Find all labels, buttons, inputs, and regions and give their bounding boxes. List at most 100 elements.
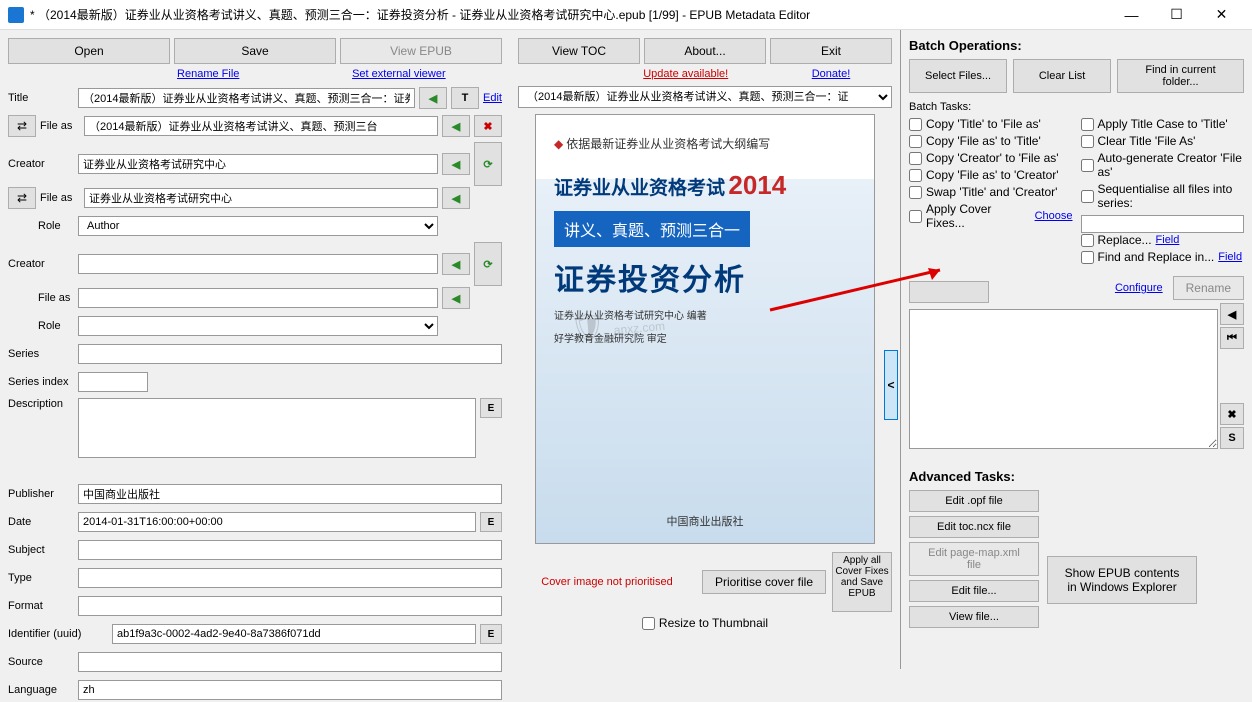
title-label: Title [8,92,74,104]
text-left-button[interactable]: ◀ [1220,303,1244,325]
swap-title-button[interactable]: ⇄ [8,115,36,137]
series-batch-input[interactable] [1081,215,1245,233]
chk-copy-creator-fileas[interactable] [909,152,922,165]
date-e-button[interactable]: E [480,512,502,532]
exit-button[interactable]: Exit [770,38,892,64]
open-button[interactable]: Open [8,38,170,64]
findreplace-field-link[interactable]: Field [1218,251,1242,263]
rename-file-link[interactable]: Rename File [177,68,239,80]
creator2-copy-button[interactable]: ◀ [442,253,470,275]
fileas1-copy-button[interactable]: ◀ [442,115,470,137]
donate-link[interactable]: Donate! [812,68,851,80]
chk-swap-title-creator[interactable] [909,186,922,199]
chk-copy-fileas-creator[interactable] [909,169,922,182]
title-t-button[interactable]: T [451,87,479,109]
app-icon [8,7,24,23]
save-button[interactable]: Save [174,38,336,64]
fileas2-label: File as [40,192,80,204]
publisher-input[interactable] [78,484,502,504]
cover-dropdown[interactable]: （2014最新版）证券业从业资格考试讲义、真题、预测三合一：证 [518,86,892,108]
choose-link[interactable]: Choose [1035,210,1073,222]
chk-clear-title-fileas[interactable] [1081,135,1094,148]
text-s-button[interactable]: S [1220,427,1244,449]
subject-input[interactable] [78,540,502,560]
chk-replace[interactable] [1081,234,1094,247]
chk-copy-fileas-title[interactable] [909,135,922,148]
chk-find-replace[interactable] [1081,251,1094,264]
chk-copy-title-fileas[interactable] [909,118,922,131]
batch-tasks-label: Batch Tasks: [909,101,1244,113]
chk-autogen-creator[interactable] [1081,159,1094,172]
view-epub-button[interactable]: View EPUB [340,38,502,64]
publisher-label: Publisher [8,488,74,500]
edit-file-button[interactable]: Edit file... [909,580,1039,602]
date-input[interactable] [78,512,476,532]
creator-refresh-button[interactable]: ⟳ [474,142,502,186]
fileas2-copy-button[interactable]: ◀ [442,187,470,209]
batch-textarea[interactable] [909,309,1218,449]
description-e-button[interactable]: E [480,398,502,418]
role-select[interactable]: Author [78,216,438,236]
title-copy-button[interactable]: ◀ [419,87,447,109]
minimize-button[interactable]: — [1109,0,1154,30]
edit-opf-button[interactable]: Edit .opf file [909,490,1039,512]
rename-button[interactable]: Rename [1173,276,1244,300]
description-input[interactable] [78,398,476,458]
prioritise-button[interactable]: Prioritise cover file [702,570,826,594]
text-delete-button[interactable]: ✖ [1220,403,1244,425]
title-edit-link[interactable]: Edit [483,92,502,104]
source-input[interactable] [78,652,502,672]
language-input[interactable] [78,680,502,700]
find-folder-button[interactable]: Find in current folder... [1117,59,1244,93]
view-toc-button[interactable]: View TOC [518,38,640,64]
set-viewer-link[interactable]: Set external viewer [352,68,446,80]
fileas3-label: File as [38,292,74,304]
description-label: Description [8,398,74,410]
apply-all-cover-button[interactable]: Apply all Cover Fixes and Save EPUB [832,552,892,612]
show-explorer-button[interactable]: Show EPUB contents in Windows Explorer [1047,556,1197,604]
edit-toc-button[interactable]: Edit toc.ncx file [909,516,1039,538]
series-index-input[interactable] [78,372,148,392]
type-label: Type [8,572,74,584]
clear-list-button[interactable]: Clear List [1013,59,1111,93]
chk-title-case[interactable] [1081,118,1094,131]
creator2-label: Creator [8,258,74,270]
series-input[interactable] [78,344,502,364]
about-button[interactable]: About... [644,38,766,64]
fileas3-input[interactable] [78,288,438,308]
configure-link[interactable]: Configure [1115,282,1163,294]
creator2-refresh-button[interactable]: ⟳ [474,242,502,286]
title-input[interactable] [78,88,415,108]
series-label: Series [8,348,74,360]
cover-message: Cover image not prioritised [518,576,696,588]
swap-creator-button[interactable]: ⇄ [8,187,36,209]
fileas3-copy-button[interactable]: ◀ [442,287,470,309]
identifier-e-button[interactable]: E [480,624,502,644]
role2-label: Role [38,320,74,332]
chk-sequentialise[interactable] [1081,190,1094,203]
text-left-all-button[interactable]: ⏮ [1220,327,1244,349]
fileas1-input[interactable] [84,116,438,136]
chk-apply-cover-fixes[interactable] [909,210,922,223]
go-button[interactable] [909,281,989,303]
maximize-button[interactable]: ☐ [1154,0,1199,30]
creator-copy-button[interactable]: ◀ [442,153,470,175]
date-label: Date [8,516,74,528]
view-file-button[interactable]: View file... [909,606,1039,628]
fileas1-delete-button[interactable]: ✖ [474,115,502,137]
type-input[interactable] [78,568,502,588]
select-files-button[interactable]: Select Files... [909,59,1007,93]
format-input[interactable] [78,596,502,616]
nav-left-button[interactable]: < [884,350,898,420]
role2-select[interactable] [78,316,438,336]
edit-pagemap-button[interactable]: Edit page-map.xml file [909,542,1039,576]
replace-field-link[interactable]: Field [1156,234,1180,246]
resize-checkbox[interactable] [642,617,655,630]
close-button[interactable]: ✕ [1199,0,1244,30]
update-link[interactable]: Update available! [643,68,728,80]
creator-input[interactable] [78,154,438,174]
resize-label: Resize to Thumbnail [659,616,768,630]
identifier-input[interactable] [112,624,476,644]
creator2-input[interactable] [78,254,438,274]
fileas2-input[interactable] [84,188,438,208]
